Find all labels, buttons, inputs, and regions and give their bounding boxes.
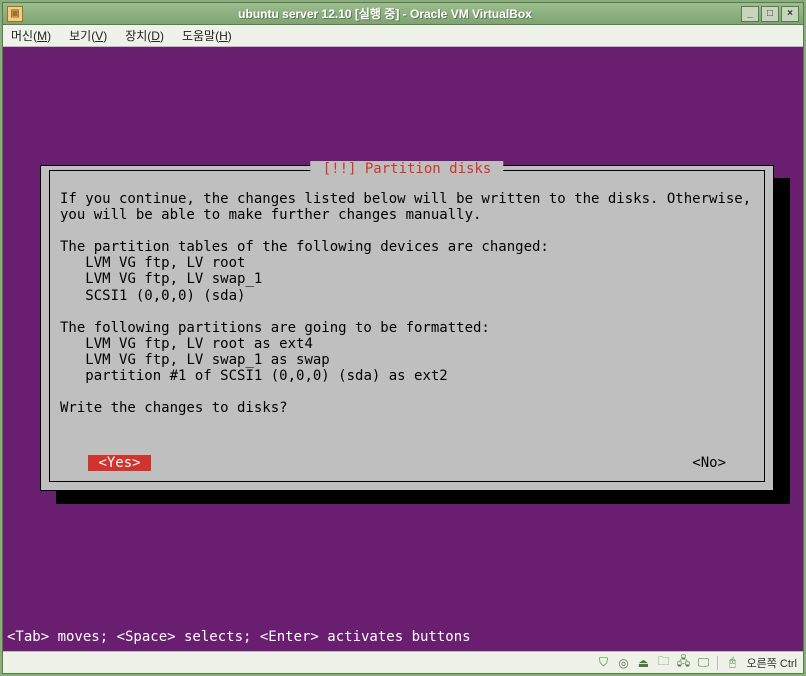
menu-machine-accel: M [37, 29, 47, 43]
tables-header: The partition tables of the following de… [60, 239, 549, 255]
minimize-button[interactable]: _ [741, 6, 759, 22]
table-item: SCSI1 (0,0,0) (sda) [85, 288, 245, 304]
dialog-intro: If you continue, the changes listed belo… [60, 191, 760, 223]
status-separator [717, 656, 718, 670]
menu-devices-accel: D [151, 29, 160, 43]
menu-devices[interactable]: 장치(D) [125, 27, 164, 44]
menu-view[interactable]: 보기(V) [69, 27, 107, 44]
menu-view-label: 보기 [69, 29, 91, 43]
titlebar[interactable]: ▣ ubuntu server 12.10 [실행 중] - Oracle VM… [3, 3, 803, 25]
close-button[interactable]: × [781, 6, 799, 22]
hdd-icon[interactable]: ⛉ [595, 655, 611, 671]
menu-machine-label: 머신 [11, 29, 33, 43]
mouse-icon[interactable]: 🖰 [724, 655, 740, 671]
display-icon[interactable]: 🖵 [695, 655, 711, 671]
app-window: ▣ ubuntu server 12.10 [실행 중] - Oracle VM… [2, 2, 804, 674]
net-icon[interactable]: 🖧 [675, 655, 691, 671]
statusbar: ⛉ ◎ ⏏ 🗀 🖧 🖵 🖰 오른쪽 Ctrl [3, 651, 803, 673]
menu-help-accel: H [219, 29, 228, 43]
vm-screen[interactable]: [!!] Partition disks If you continue, th… [3, 47, 803, 651]
window-title: ubuntu server 12.10 [실행 중] - Oracle VM V… [29, 5, 741, 22]
dialog-body: If you continue, the changes listed belo… [60, 191, 754, 416]
partition-dialog: [!!] Partition disks If you continue, th… [40, 165, 774, 491]
hint-bar: <Tab> moves; <Space> selects; <Enter> ac… [3, 625, 475, 651]
table-item: LVM VG ftp, LV swap_1 [85, 271, 262, 287]
menubar: 머신(M) 보기(V) 장치(D) 도움말(H) [3, 25, 803, 47]
menu-view-accel: V [95, 29, 103, 43]
app-icon: ▣ [7, 6, 23, 22]
format-item: partition #1 of SCSI1 (0,0,0) (sda) as e… [85, 368, 447, 384]
yes-button[interactable]: <Yes> [88, 455, 151, 471]
menu-machine[interactable]: 머신(M) [11, 27, 51, 44]
folder-icon[interactable]: 🗀 [655, 655, 671, 671]
maximize-button[interactable]: □ [761, 6, 779, 22]
cd-icon[interactable]: ◎ [615, 655, 631, 671]
format-item: LVM VG ftp, LV swap_1 as swap [85, 352, 329, 368]
table-item: LVM VG ftp, LV root [85, 255, 245, 271]
usb-icon[interactable]: ⏏ [635, 655, 651, 671]
dialog-frame: [!!] Partition disks If you continue, th… [49, 170, 765, 482]
menu-help[interactable]: 도움말(H) [182, 27, 232, 44]
dialog-actions: <Yes> <No> [88, 455, 726, 471]
dialog-question: Write the changes to disks? [60, 400, 288, 416]
format-header: The following partitions are going to be… [60, 320, 490, 336]
dialog-title: [!!] Partition disks [310, 161, 503, 177]
menu-devices-label: 장치 [125, 29, 147, 43]
host-key-label: 오른쪽 Ctrl [746, 655, 797, 671]
format-item: LVM VG ftp, LV root as ext4 [85, 336, 313, 352]
menu-help-label: 도움말 [182, 29, 215, 43]
no-button[interactable]: <No> [692, 455, 726, 471]
window-controls: _ □ × [741, 6, 799, 22]
